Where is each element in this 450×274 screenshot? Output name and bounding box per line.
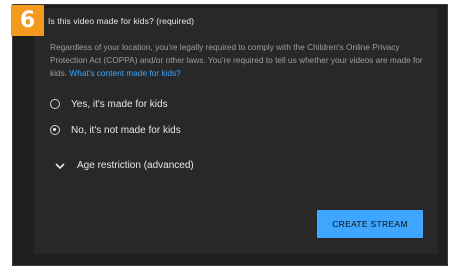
step-badge: 6 (11, 5, 44, 36)
content-made-for-kids-link[interactable]: What's content made for kids? (69, 68, 180, 78)
radio-option-label: No, it's not made for kids (71, 124, 181, 136)
radio-option-label: Yes, it's made for kids (71, 98, 168, 110)
age-restriction-label: Age restriction (advanced) (77, 160, 194, 171)
age-restriction-toggle[interactable]: Age restriction (advanced) (55, 160, 194, 171)
create-stream-button[interactable]: CREATE STREAM (317, 210, 423, 238)
radio-option-yes[interactable]: Yes, it's made for kids (50, 96, 168, 112)
radio-option-no[interactable]: No, it's not made for kids (50, 122, 181, 138)
radio-checked-icon[interactable] (50, 125, 60, 135)
dialog-title: Is this video made for kids? (required) (48, 16, 195, 26)
chevron-down-icon (55, 162, 65, 169)
dialog-description: Regardless of your location, you're lega… (50, 41, 428, 80)
radio-unchecked-icon[interactable] (50, 99, 60, 109)
